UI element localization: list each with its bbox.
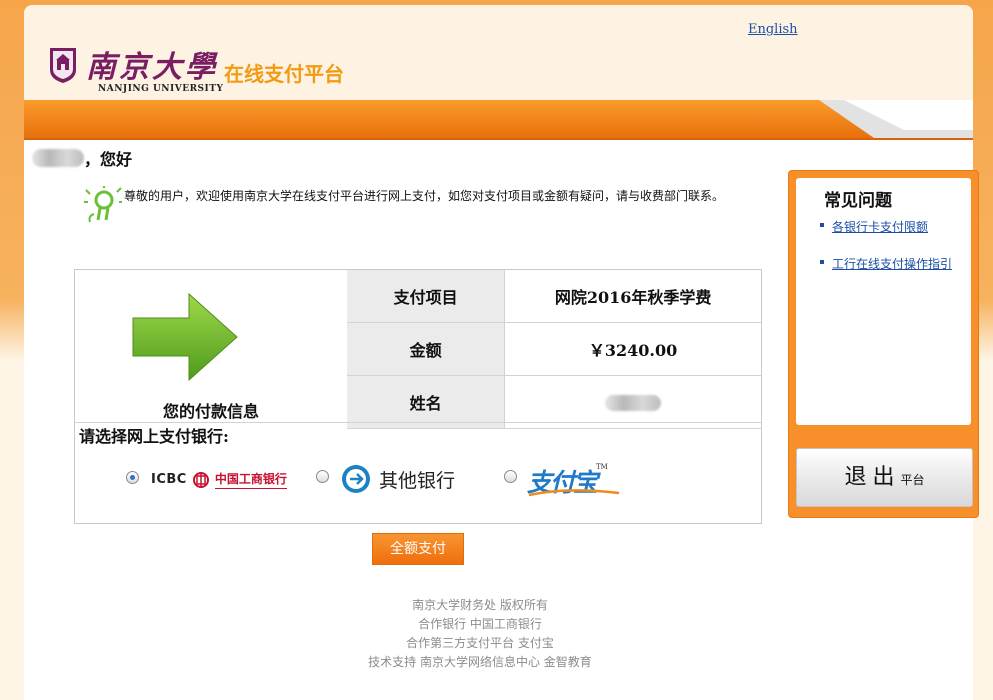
amount-value: ￥3240.00	[504, 322, 761, 376]
header-banner	[24, 100, 973, 140]
exit-label: 退出	[844, 465, 901, 490]
university-seal-icon	[50, 48, 76, 83]
greeting-suffix: ，您好	[84, 150, 133, 169]
other-bank-label: 其他银行	[379, 469, 456, 492]
full-payment-button[interactable]: 全额支付	[372, 533, 464, 565]
table-row: 支付项目 网院2016年秋季学费	[347, 270, 761, 323]
name-value	[504, 375, 761, 429]
name-value-blurred	[605, 395, 662, 411]
university-logo: 南京大學 NANJING UNIVERSITY	[48, 46, 241, 94]
other-bank-option[interactable]: 其他银行	[341, 464, 455, 494]
other-bank-radio[interactable]	[316, 470, 329, 483]
bank-selection-row: 请选择网上支付银行: ICBC 中国工商银行 其他银行 支付宝TM	[75, 422, 761, 523]
footer-line: 技术支持 南京大学网络信息中心 金智教育	[368, 655, 592, 669]
user-name-blurred	[32, 149, 84, 167]
welcome-text: 尊敬的用户，欢迎使用南京大学在线支付平台进行网上支付，如您对支付项目或金额有疑问…	[124, 189, 725, 203]
arrow-circle-icon	[342, 465, 370, 493]
amount-label: 金额	[347, 322, 506, 376]
faq-box: 常见问题 各银行卡支付限额 工行在线支付操作指引	[796, 178, 971, 425]
table-row: 姓名	[347, 375, 761, 429]
alipay-trademark: TM	[596, 463, 608, 471]
faq-panel: 常见问题 各银行卡支付限额 工行在线支付操作指引 退出平台	[788, 170, 979, 518]
logo-english: NANJING UNIVERSITY	[98, 84, 224, 94]
bank-select-label: 请选择网上支付银行:	[79, 427, 229, 446]
payment-info-panel: 您的付款信息 支付项目 网院2016年秋季学费 金额 ￥3240.00 姓名 请…	[74, 269, 762, 524]
platform-title: 在线支付平台	[224, 62, 344, 86]
footer-line: 南京大学财务处 版权所有	[412, 598, 548, 612]
payment-item-label: 支付项目	[347, 270, 506, 323]
green-arrow-icon	[132, 292, 238, 382]
faq-link-bank-limits[interactable]: 各银行卡支付限额	[820, 218, 970, 235]
payment-arrow-cell: 您的付款信息	[75, 270, 348, 422]
faq-list: 各银行卡支付限额 工行在线支付操作指引	[820, 218, 970, 292]
logo-text: 南京大學 NANJING UNIVERSITY	[86, 46, 241, 94]
payment-info-caption: 您的付款信息	[162, 402, 259, 421]
name-label: 姓名	[347, 375, 506, 429]
alipay-radio[interactable]	[504, 470, 517, 483]
user-greeting: ，您好	[32, 146, 132, 170]
icbc-chinese-name: 中国工商银行	[214, 470, 287, 489]
logo-chinese: 南京大學	[86, 50, 218, 85]
exit-platform-button[interactable]: 退出平台	[796, 448, 973, 507]
icbc-logo-text: ICBC	[151, 472, 187, 487]
exit-sub-label: 平台	[900, 473, 925, 487]
icbc-radio[interactable]	[126, 471, 139, 484]
icbc-logo-icon	[192, 471, 209, 488]
english-link[interactable]: English	[748, 22, 798, 37]
page-footer: 南京大学财务处 版权所有 合作银行 中国工商银行 合作第三方支付平台 支付宝 技…	[280, 596, 680, 672]
table-row: 金额 ￥3240.00	[347, 322, 761, 376]
faq-link-icbc-guide[interactable]: 工行在线支付操作指引	[820, 255, 970, 272]
payment-info-table: 支付项目 网院2016年秋季学费 金额 ￥3240.00 姓名	[347, 270, 761, 429]
payment-item-value: 网院2016年秋季学费	[504, 270, 761, 323]
footer-line: 合作银行 中国工商银行	[418, 617, 542, 631]
icbc-bank-option[interactable]: ICBC 中国工商银行	[151, 470, 287, 489]
faq-title: 常见问题	[824, 191, 892, 211]
alipay-option[interactable]: 支付宝TM	[527, 463, 620, 499]
alipay-swoosh-icon	[528, 489, 620, 497]
footer-line: 合作第三方支付平台 支付宝	[406, 636, 554, 650]
welcome-message: 尊敬的用户，欢迎使用南京大学在线支付平台进行网上支付，如您对支付项目或金额有疑问…	[84, 186, 754, 207]
